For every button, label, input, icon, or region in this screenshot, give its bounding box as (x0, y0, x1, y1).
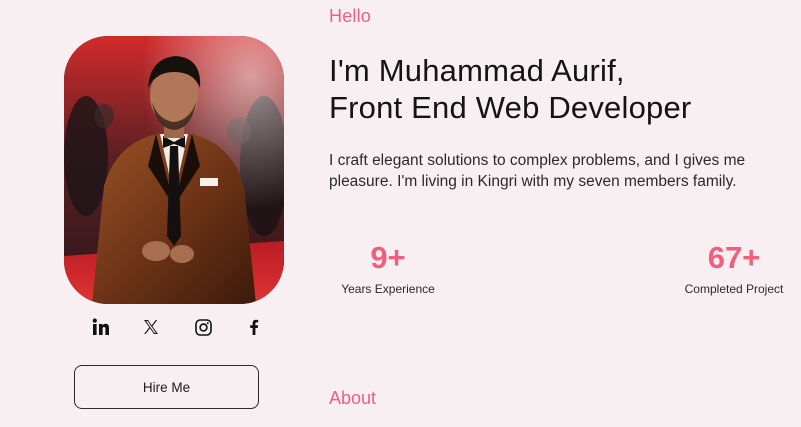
page-title: I'm Muhammad Aurif, Front End Web Develo… (329, 52, 691, 126)
stat-experience: 9+ Years Experience (338, 240, 438, 296)
profile-photo (64, 36, 284, 304)
about-section-title: About (329, 388, 377, 408)
x-icon[interactable] (138, 314, 164, 340)
headline-name: I'm Muhammad Aurif, (329, 53, 625, 88)
social-links (76, 314, 280, 340)
hero-section: Hire Me Hello I'm Muhammad Aurif, Front … (0, 0, 801, 427)
linkedin-icon[interactable] (88, 314, 114, 340)
instagram-icon[interactable] (190, 314, 216, 340)
stat-value: 67+ (707, 240, 761, 275)
stat-value: 9+ (370, 240, 406, 275)
facebook-icon[interactable] (241, 314, 267, 340)
stat-label: Completed Project (684, 282, 784, 296)
greeting-text: Hello (329, 6, 372, 26)
stat-projects: 67+ Completed Project (678, 240, 790, 296)
bio-text: I craft elegant solutions to complex pro… (329, 152, 746, 190)
headline-role: Front End Web Developer (329, 90, 692, 125)
hire-me-button[interactable]: Hire Me (74, 365, 259, 409)
stat-label: Years Experience (341, 282, 435, 296)
